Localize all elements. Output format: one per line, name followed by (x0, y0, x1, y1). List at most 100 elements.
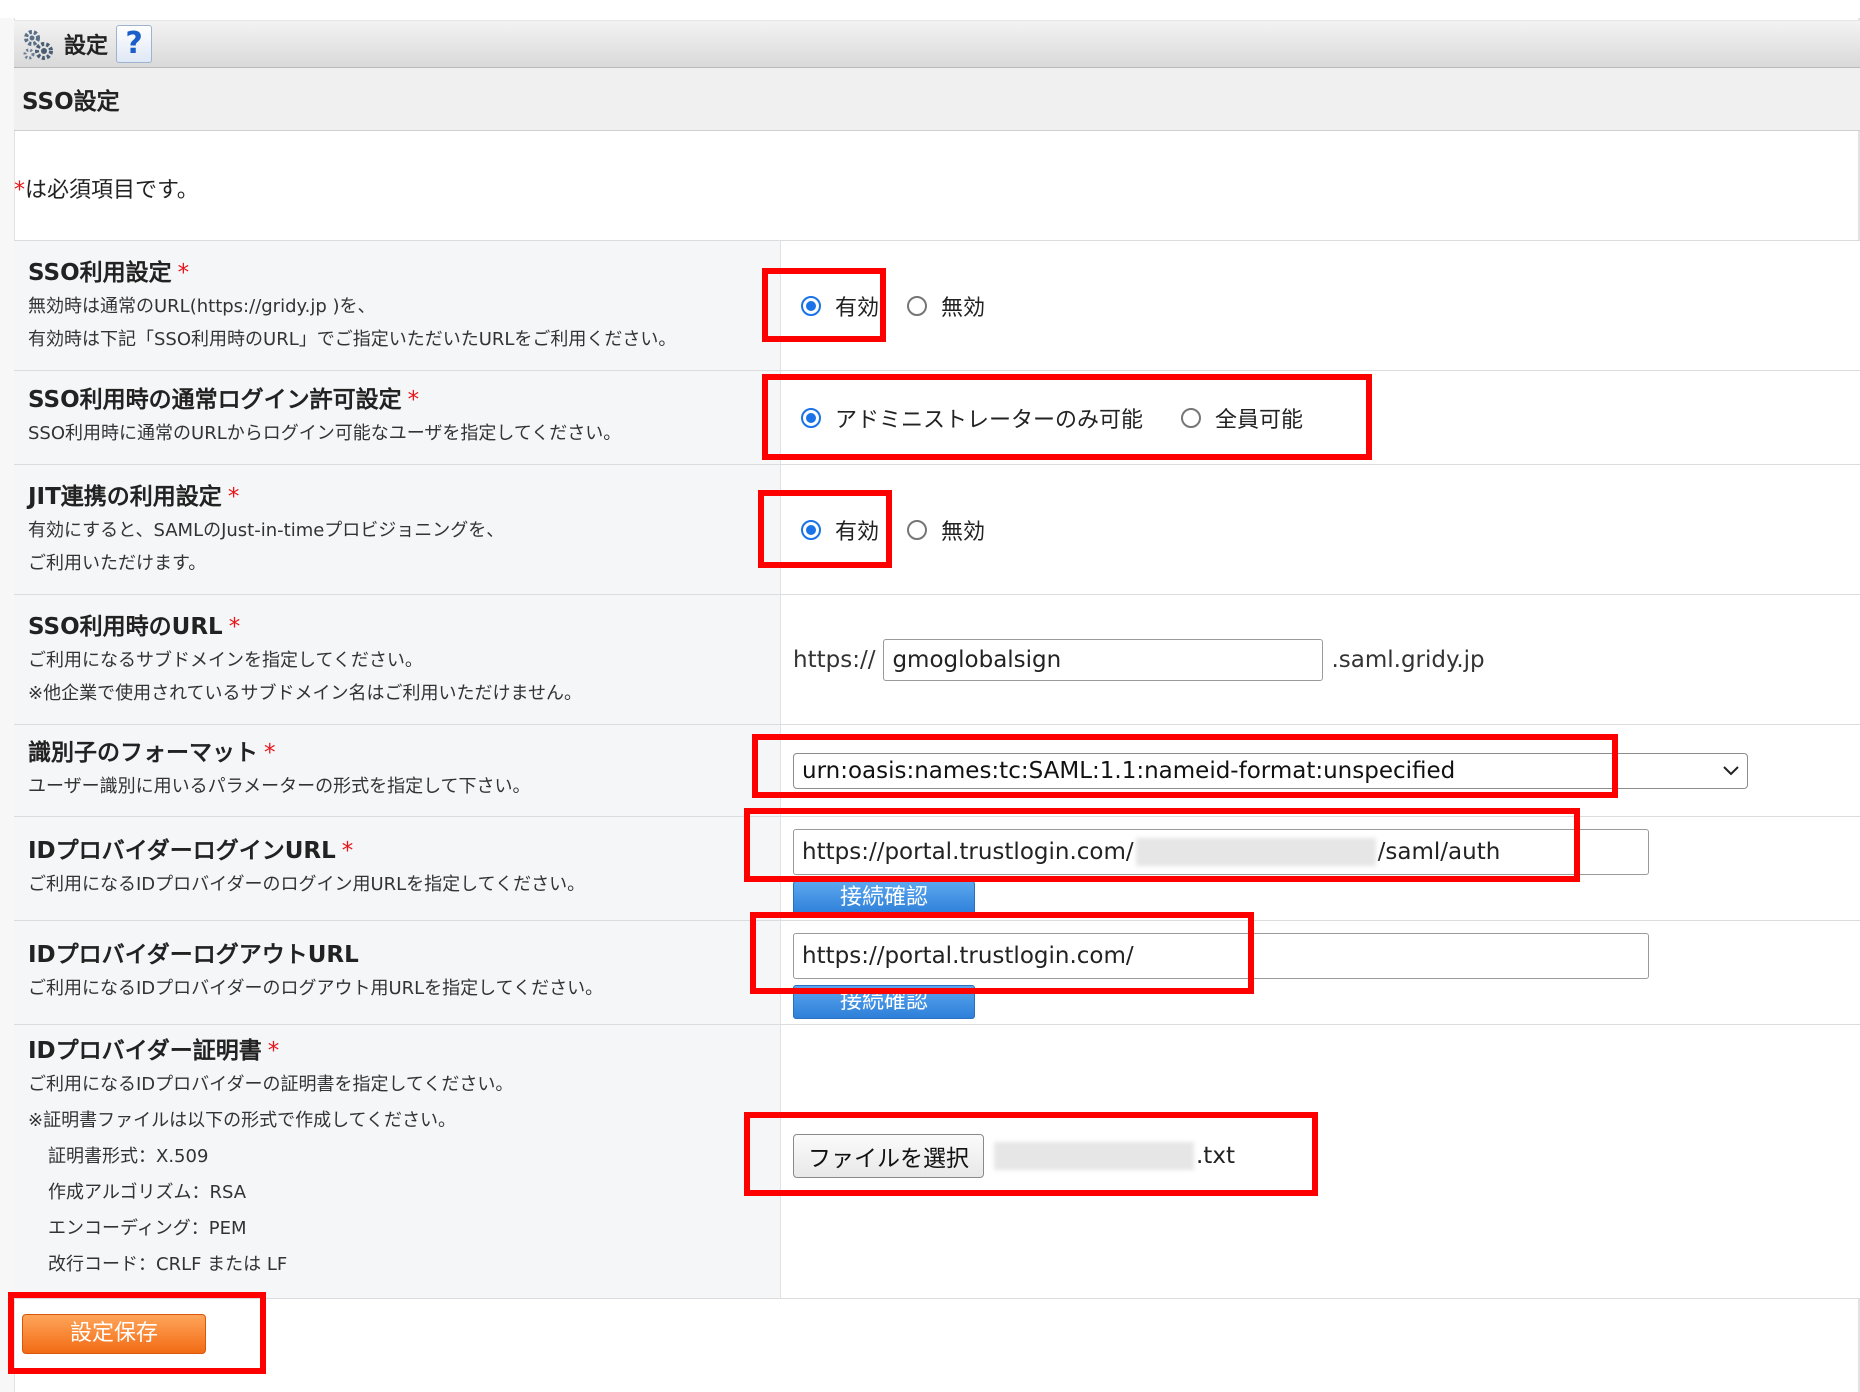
radio-option-enabled[interactable]: 有効 (801, 290, 879, 322)
form-row-idp-logout-url: IDプロバイダーログアウトURL ご利用になるIDプロバイダーのログアウト用UR… (14, 920, 1860, 1025)
idp-logout-url-input[interactable]: https://portal.trustlogin.com/ (793, 932, 1649, 979)
field-description: ご利用になるIDプロバイダーの証明書を指定してください。 (28, 1074, 514, 1095)
field-description: 無効時は通常のURL(https://gridy.jp )を、 (28, 295, 376, 317)
radio-option-enabled[interactable]: 有効 (801, 514, 879, 546)
field-label: SSO利用時の通常ログイン許可設定 * (28, 384, 780, 416)
radio-button-checked[interactable] (801, 407, 821, 428)
subdomain-row: https:// gmoglobalsign .saml.gridy.jp (793, 638, 1860, 681)
field-label: IDプロバイダー証明書 * (28, 1035, 780, 1067)
required-star: * (264, 739, 276, 766)
field-label: JIT連携の利用設定 * (28, 481, 780, 513)
required-star: * (228, 613, 241, 640)
field-description: ご利用になるIDプロバイダーのログアウト用URLを指定してください。 (28, 977, 604, 999)
radio-label: 有効 (835, 295, 880, 321)
required-star: * (177, 259, 190, 286)
field-description: ※他企業で使用されているサブドメイン名はご利用いただけません。 (28, 682, 582, 704)
field-description: ※証明書ファイルは以下の形式で作成してください。 (28, 1110, 456, 1131)
label-cell: IDプロバイダーログアウトURL ご利用になるIDプロバイダーのログアウト用UR… (14, 920, 781, 1025)
radio-option-disabled[interactable]: 無効 (907, 290, 985, 322)
field-description: 有効時は下記「SSO利用時のURL」でご指定いただいたURLをご利用ください。 (28, 328, 677, 350)
gear-cluster-icon (23, 30, 53, 60)
radio-group-jit: 有効 無効 (801, 514, 1860, 546)
page-title: 設定 (64, 34, 109, 59)
label-cell: IDプロバイダーログインURL * ご利用になるIDプロバイダーのログイン用URL… (14, 816, 781, 921)
subdomain-input[interactable]: gmoglobalsign (883, 638, 1324, 681)
radio-label: 全員可能 (1215, 407, 1304, 433)
radio-button[interactable] (907, 295, 928, 316)
required-star: * (227, 483, 240, 510)
value-cell: ファイルを選択 .txt (780, 1024, 1860, 1299)
value-cell: https://portal.trustlogin.com/ 接続確認 (780, 920, 1860, 1025)
radio-label: 有効 (835, 519, 880, 545)
idp-login-url-input[interactable]: https://portal.trustlogin.com/ /saml/aut… (793, 828, 1649, 875)
radio-button[interactable] (1181, 407, 1202, 428)
left-edge (0, 18, 15, 1392)
chevron-down-icon (1723, 765, 1739, 775)
required-star: * (341, 837, 354, 864)
required-note-text: は必須項目です。 (25, 178, 199, 203)
required-star: * (14, 178, 25, 203)
label-cell: SSO利用設定 * 無効時は通常のURL(https://gridy.jp )を、… (14, 240, 781, 371)
field-description: ご利用になるサブドメインを指定してください。 (28, 649, 423, 671)
section-title: SSO設定 (22, 89, 120, 115)
check-connection-button[interactable]: 接続確認 (793, 984, 975, 1019)
field-label-text: 識別子のフォーマット (28, 739, 258, 766)
url-suffix: .saml.gridy.jp (1331, 646, 1485, 673)
field-label: SSO利用設定 * (28, 257, 780, 289)
help-icon[interactable]: ? (116, 25, 153, 63)
label-cell: JIT連携の利用設定 * 有効にすると、SAMLのJust-in-timeプロビジ… (14, 464, 781, 595)
value-cell: urn:oasis:names:tc:SAML:1.1:nameid-forma… (780, 724, 1860, 817)
id-format-select[interactable]: urn:oasis:names:tc:SAML:1.1:nameid-forma… (793, 752, 1748, 789)
radio-group-sso-use: 有効 無効 (801, 290, 1860, 322)
field-label: SSO利用時のURL * (28, 611, 780, 643)
field-label-text: IDプロバイダー証明書 (28, 1038, 262, 1064)
top-strip (0, 0, 1860, 18)
radio-option-admin-only[interactable]: アドミニストレーターのみ可能 (801, 402, 1143, 434)
required-star: * (407, 386, 420, 413)
radio-label: アドミニストレーターのみ可能 (835, 407, 1144, 433)
radio-button-checked[interactable] (801, 519, 821, 540)
field-label-text: SSO利用時のURL (28, 613, 223, 640)
titlebar: 設定 ? (14, 20, 1860, 68)
field-description: 有効にすると、SAMLのJust-in-timeプロビジョニングを、 (28, 519, 505, 541)
field-label-text: JIT連携の利用設定 (28, 483, 222, 510)
form-row-sso-url: SSO利用時のURL * ご利用になるサブドメインを指定してください。 ※他企業で… (14, 594, 1860, 725)
radio-option-everyone[interactable]: 全員可能 (1181, 402, 1303, 434)
field-label: IDプロバイダーログインURL * (28, 835, 780, 867)
field-description: ご利用になるIDプロバイダーのログイン用URLを指定してください。 (28, 873, 586, 895)
field-description: 証明書形式：X.509 (48, 1146, 209, 1167)
field-description: 改行コード：CRLF または LF (48, 1254, 288, 1275)
url-value-prefix: https://portal.trustlogin.com/ (802, 838, 1134, 865)
field-description: ユーザー識別に用いるパラメーターの形式を指定して下さい。 (28, 775, 531, 797)
value-cell: 有効 無効 (780, 240, 1860, 371)
value-cell: 有効 無効 (780, 464, 1860, 595)
url-prefix: https:// (793, 646, 876, 673)
file-picker: ファイルを選択 .txt (793, 1133, 1860, 1178)
label-cell: IDプロバイダー証明書 * ご利用になるIDプロバイダーの証明書を指定してください… (14, 1024, 781, 1299)
field-description: SSO利用時に通常のURLからログイン可能なユーザを指定してください。 (28, 422, 622, 444)
radio-button[interactable] (907, 519, 928, 540)
radio-label: 無効 (941, 295, 986, 321)
field-label-text: SSO利用時の通常ログイン許可設定 (28, 386, 402, 413)
radio-button-checked[interactable] (801, 295, 821, 316)
field-label-text: IDプロバイダーログインURL (28, 837, 336, 864)
settings-form: SSO利用設定 * 無効時は通常のURL(https://gridy.jp )を、… (14, 240, 1860, 1299)
label-cell: SSO利用時のURL * ご利用になるサブドメインを指定してください。 ※他企業で… (14, 594, 781, 725)
required-star: * (267, 1038, 280, 1064)
label-cell: SSO利用時の通常ログイン許可設定 * SSO利用時に通常のURLからログイン可能… (14, 370, 781, 465)
radio-group-normal-login: アドミニストレーターのみ可能 全員可能 (801, 402, 1860, 434)
radio-option-disabled[interactable]: 無効 (907, 514, 985, 546)
select-value: urn:oasis:names:tc:SAML:1.1:nameid-forma… (802, 757, 1456, 784)
radio-label: 無効 (941, 519, 986, 545)
field-label: IDプロバイダーログアウトURL (28, 941, 359, 968)
choose-file-button[interactable]: ファイルを選択 (793, 1133, 984, 1178)
form-row-idp-login-url: IDプロバイダーログインURL * ご利用になるIDプロバイダーのログイン用URL… (14, 816, 1860, 921)
save-settings-button[interactable]: 設定保存 (22, 1314, 206, 1354)
required-note: *は必須項目です。 (14, 172, 199, 204)
url-value-suffix: /saml/auth (1377, 838, 1501, 865)
field-label: 識別子のフォーマット * (28, 737, 780, 769)
check-connection-button[interactable]: 接続確認 (793, 880, 975, 915)
field-description: エンコーディング：PEM (48, 1218, 247, 1239)
redacted-filename (994, 1141, 1194, 1170)
form-row-normal-login: SSO利用時の通常ログイン許可設定 * SSO利用時に通常のURLからログイン可能… (14, 370, 1860, 465)
